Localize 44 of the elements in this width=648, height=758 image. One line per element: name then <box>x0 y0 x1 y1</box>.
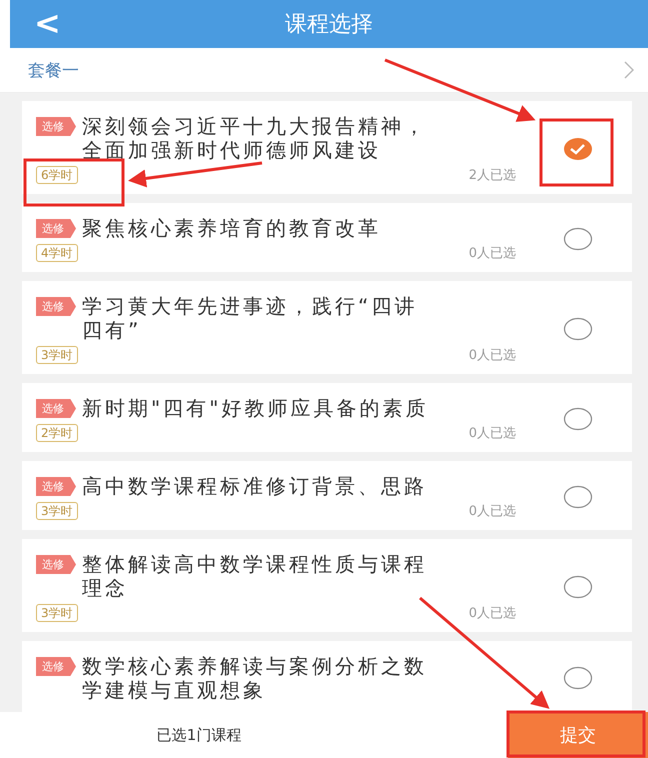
radio-icon[interactable] <box>563 575 593 599</box>
hours-badge: 2学时 <box>36 424 78 442</box>
course-title: 学习黄大年先进事迹，践行“四讲四有” <box>82 294 418 342</box>
course-card[interactable]: 选修 深刻领会习近平十九大报告精神，全面加强新时代师德师风建设 6学时 2人已选 <box>22 101 632 194</box>
elective-tag: 选修 <box>36 477 76 496</box>
selection-summary: 已选1门课程 <box>156 724 242 746</box>
course-card[interactable]: 选修 聚焦核心素养培育的教育改革 4学时 0人已选 <box>22 203 632 272</box>
course-card[interactable]: 选修 高中数学课程标准修订背景、思路 3学时 0人已选 <box>22 461 632 530</box>
course-card[interactable]: 选修 学习黄大年先进事迹，践行“四讲四有” 3学时 0人已选 <box>22 281 632 374</box>
course-title: 数学核心素养解读与案例分析之数学建模与直观想象 <box>82 654 428 702</box>
selected-count: 0人已选 <box>468 605 516 622</box>
course-card[interactable]: 选修 数学核心素养解读与案例分析之数学建模与直观想象 <box>22 641 632 712</box>
elective-tag: 选修 <box>36 117 76 136</box>
radio-icon[interactable] <box>563 317 593 341</box>
hours-badge: 3学时 <box>36 604 78 622</box>
course-title: 深刻领会习近平十九大报告精神，全面加强新时代师德师风建设 <box>82 114 428 162</box>
page-title: 课程选择 <box>285 11 373 39</box>
radio-icon[interactable] <box>563 407 593 431</box>
elective-tag: 选修 <box>36 297 76 316</box>
selected-count: 0人已选 <box>468 245 516 262</box>
elective-tag: 选修 <box>36 399 76 418</box>
course-card[interactable]: 选修 整体解读高中数学课程性质与课程理念 3学时 0人已选 <box>22 539 632 632</box>
selected-count: 0人已选 <box>468 425 516 442</box>
course-title: 新时期"四有"好教师应具备的素质 <box>82 396 430 420</box>
selected-count: 0人已选 <box>468 503 516 520</box>
radio-icon[interactable] <box>563 485 593 509</box>
course-title: 整体解读高中数学课程性质与课程理念 <box>82 552 428 600</box>
radio-icon[interactable] <box>563 227 593 251</box>
course-title: 聚焦核心素养培育的教育改革 <box>82 216 382 240</box>
hours-badge: 3学时 <box>36 502 78 520</box>
checked-radio-icon[interactable] <box>563 137 593 161</box>
course-card[interactable]: 选修 新时期"四有"好教师应具备的素质 2学时 0人已选 <box>22 383 632 452</box>
elective-tag: 选修 <box>36 219 76 238</box>
elective-tag: 选修 <box>36 555 76 574</box>
course-title: 高中数学课程标准修订背景、思路 <box>82 474 428 498</box>
selected-count: 0人已选 <box>468 347 516 364</box>
package-label: 套餐一 <box>28 60 79 82</box>
hours-badge: 4学时 <box>36 244 78 262</box>
chevron-right-icon <box>624 61 634 79</box>
radio-icon[interactable] <box>563 666 593 690</box>
selected-count: 2人已选 <box>468 167 516 184</box>
hours-badge: 6学时 <box>36 166 78 184</box>
hours-badge: 3学时 <box>36 346 78 364</box>
elective-tag: 选修 <box>36 657 76 676</box>
